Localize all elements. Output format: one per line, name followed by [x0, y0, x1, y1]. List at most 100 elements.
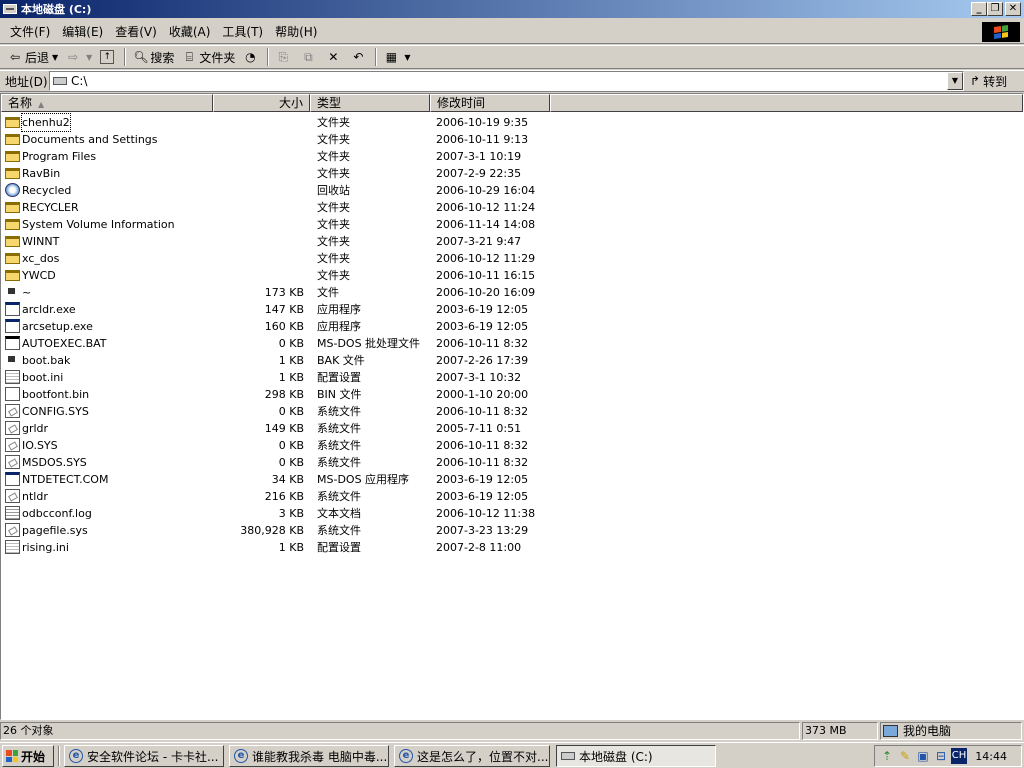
menu-help[interactable]: 帮助(H): [269, 21, 323, 43]
file-modified: 2006-10-11 8:32: [436, 337, 529, 350]
column-modified[interactable]: 修改时间: [430, 94, 550, 112]
file-row[interactable]: xc_dos 文件夹 2006-10-12 11:29: [1, 250, 1023, 267]
address-bar: 地址(D) C:\ ▼ ↱ 转到: [0, 70, 1024, 92]
file-row[interactable]: WINNT 文件夹 2007-3-21 9:47: [1, 233, 1023, 250]
taskbar-button[interactable]: e 安全软件论坛 - 卡卡社...: [64, 745, 224, 767]
input-language-indicator[interactable]: CH: [951, 748, 967, 764]
taskbar-button[interactable]: e 这是怎么了，位置不对...: [394, 745, 550, 767]
file-size: 0 KB: [278, 405, 304, 418]
address-dropdown-button[interactable]: ▼: [947, 72, 963, 90]
file-row[interactable]: boot.bak 1 KB BAK 文件 2007-2-26 17:39: [1, 352, 1023, 369]
drive-icon: [3, 4, 17, 14]
file-row[interactable]: bootfont.bin 298 KB BIN 文件 2000-1-10 20:00: [1, 386, 1023, 403]
file-row[interactable]: Program Files 文件夹 2007-3-1 10:19: [1, 148, 1023, 165]
status-location: 我的电脑: [880, 722, 1022, 740]
delete-button[interactable]: ✕: [322, 46, 347, 68]
file-row[interactable]: IO.SYS 0 KB 系统文件 2006-10-11 8:32: [1, 437, 1023, 454]
menu-edit[interactable]: 编辑(E): [56, 21, 109, 43]
file-row[interactable]: NTDETECT.COM 34 KB MS-DOS 应用程序 2003-6-19 12…: [1, 471, 1023, 488]
forward-dropdown-icon[interactable]: ▼: [86, 53, 92, 62]
up-folder-button[interactable]: ↑: [96, 46, 121, 68]
file-row[interactable]: Documents and Settings 文件夹 2006-10-11 9:13: [1, 131, 1023, 148]
file-modified: 2007-2-8 11:00: [436, 541, 522, 554]
window-title: 本地磁盘 (C:): [21, 3, 92, 16]
file-modified: 2003-6-19 12:05: [436, 303, 529, 316]
file-type: 文件夹: [317, 235, 350, 248]
address-input[interactable]: C:\ ▼: [49, 71, 964, 91]
file-type: 系统文件: [317, 456, 361, 469]
file-row[interactable]: RECYCLER 文件夹 2006-10-12 11:24: [1, 199, 1023, 216]
folders-button[interactable]: ⌸ 文件夹: [178, 46, 239, 68]
network-connection-icon[interactable]: ⊟: [933, 748, 949, 764]
file-type: 系统文件: [317, 524, 361, 537]
file-modified: 2006-10-11 8:32: [436, 405, 529, 418]
file-name: System Volume Information: [22, 218, 175, 231]
file-modified: 2006-10-29 16:04: [436, 184, 536, 197]
views-button[interactable]: ▦ ▼: [380, 46, 414, 68]
file-size: 1 KB: [278, 541, 304, 554]
file-row[interactable]: arcsetup.exe 160 KB 应用程序 2003-6-19 12:05: [1, 318, 1023, 335]
drive-icon: [561, 752, 575, 760]
file-row[interactable]: RavBin 文件夹 2007-2-9 22:35: [1, 165, 1023, 182]
file-name: chenhu2: [21, 113, 71, 132]
menu-file[interactable]: 文件(F): [4, 21, 56, 43]
menu-tools[interactable]: 工具(T): [216, 21, 269, 43]
back-dropdown-icon[interactable]: ▼: [52, 53, 58, 62]
status-size: 373 MB: [802, 722, 878, 740]
title-bar[interactable]: 本地磁盘 (C:) _ ❐ ✕: [0, 0, 1024, 18]
search-button[interactable]: 🔍︎ 搜索: [129, 46, 178, 68]
file-row[interactable]: AUTOEXEC.BAT 0 KB MS-DOS 批处理文件 2006-10-11 8…: [1, 335, 1023, 352]
menu-favorites[interactable]: 收藏(A): [163, 21, 217, 43]
ini-icon: [5, 540, 20, 554]
taskbar-separator: [58, 746, 60, 766]
file-row[interactable]: boot.ini 1 KB 配置设置 2007-3-1 10:32: [1, 369, 1023, 386]
column-type[interactable]: 类型: [310, 94, 430, 112]
file-row[interactable]: rising.ini 1 KB 配置设置 2007-2-8 11:00: [1, 539, 1023, 556]
move-to-button[interactable]: ⎘: [272, 46, 297, 68]
file-row[interactable]: YWCD 文件夹 2006-10-11 16:15: [1, 267, 1023, 284]
display-icon[interactable]: ▣: [915, 748, 931, 764]
minimize-button[interactable]: _: [971, 2, 987, 16]
folder-icon: [5, 168, 20, 179]
file-row[interactable]: Recycled 回收站 2006-10-29 16:04: [1, 182, 1023, 199]
file-type: 应用程序: [317, 320, 361, 333]
go-button[interactable]: ↱ 转到: [970, 71, 1007, 91]
undo-button[interactable]: ↶: [347, 46, 372, 68]
security-shield-icon[interactable]: ✎: [897, 748, 913, 764]
file-row[interactable]: ntldr 216 KB 系统文件 2003-6-19 12:05: [1, 488, 1023, 505]
window-controls: _ ❐ ✕: [971, 2, 1021, 16]
taskbar-button[interactable]: 本地磁盘 (C:): [556, 745, 716, 767]
column-size[interactable]: 大小: [213, 94, 310, 112]
taskbar-button-label: 这是怎么了，位置不对...: [417, 749, 549, 764]
menu-view[interactable]: 查看(V): [109, 21, 163, 43]
file-row[interactable]: System Volume Information 文件夹 2006-11-14 1…: [1, 216, 1023, 233]
file-size: 160 KB: [264, 320, 304, 333]
file-row[interactable]: CONFIG.SYS 0 KB 系统文件 2006-10-11 8:32: [1, 403, 1023, 420]
file-row[interactable]: grldr 149 KB 系统文件 2005-7-11 0:51: [1, 420, 1023, 437]
file-modified: 2007-3-23 13:29: [436, 524, 529, 537]
column-name[interactable]: 名称 ▲: [1, 94, 213, 112]
folders-icon: ⌸: [185, 50, 193, 64]
taskbar-button[interactable]: e 谁能教我杀毒 电脑中毒...: [229, 745, 389, 767]
file-row[interactable]: ~173 KB 文件 2006-10-20 16:09: [1, 284, 1023, 301]
file-row[interactable]: pagefile.sys 380,928 KB 系统文件 2007-3-23 13:2…: [1, 522, 1023, 539]
file-type: 系统文件: [317, 439, 361, 452]
file-list[interactable]: 名称 ▲ 大小 类型 修改时间 chenhu2 文件夹 2006-10-19 9:35…: [0, 93, 1024, 720]
forward-button[interactable]: ⇨ ▼: [62, 46, 96, 68]
back-button[interactable]: ⇦ 后退 ▼: [4, 46, 62, 68]
history-button[interactable]: ◔: [239, 46, 264, 68]
sort-ascending-icon: ▲: [38, 100, 45, 109]
folder-icon: [5, 151, 20, 162]
file-row[interactable]: odbcconf.log 3 KB 文本文档 2006-10-12 11:38: [1, 505, 1023, 522]
maximize-button[interactable]: ❐: [987, 2, 1003, 16]
file-modified: 2000-1-10 20:00: [436, 388, 529, 401]
file-row[interactable]: chenhu2 文件夹 2006-10-19 9:35: [1, 113, 1023, 132]
copy-to-button[interactable]: ⧉: [297, 46, 322, 68]
start-button[interactable]: 开始: [2, 745, 54, 767]
clock[interactable]: 14:44: [975, 750, 1007, 763]
sys-icon: [5, 421, 20, 435]
close-button[interactable]: ✕: [1005, 2, 1021, 16]
file-row[interactable]: arcldr.exe 147 KB 应用程序 2003-6-19 12:05: [1, 301, 1023, 318]
network-arrow-icon[interactable]: ⇡: [879, 748, 895, 764]
file-row[interactable]: MSDOS.SYS 0 KB 系统文件 2006-10-11 8:32: [1, 454, 1023, 471]
